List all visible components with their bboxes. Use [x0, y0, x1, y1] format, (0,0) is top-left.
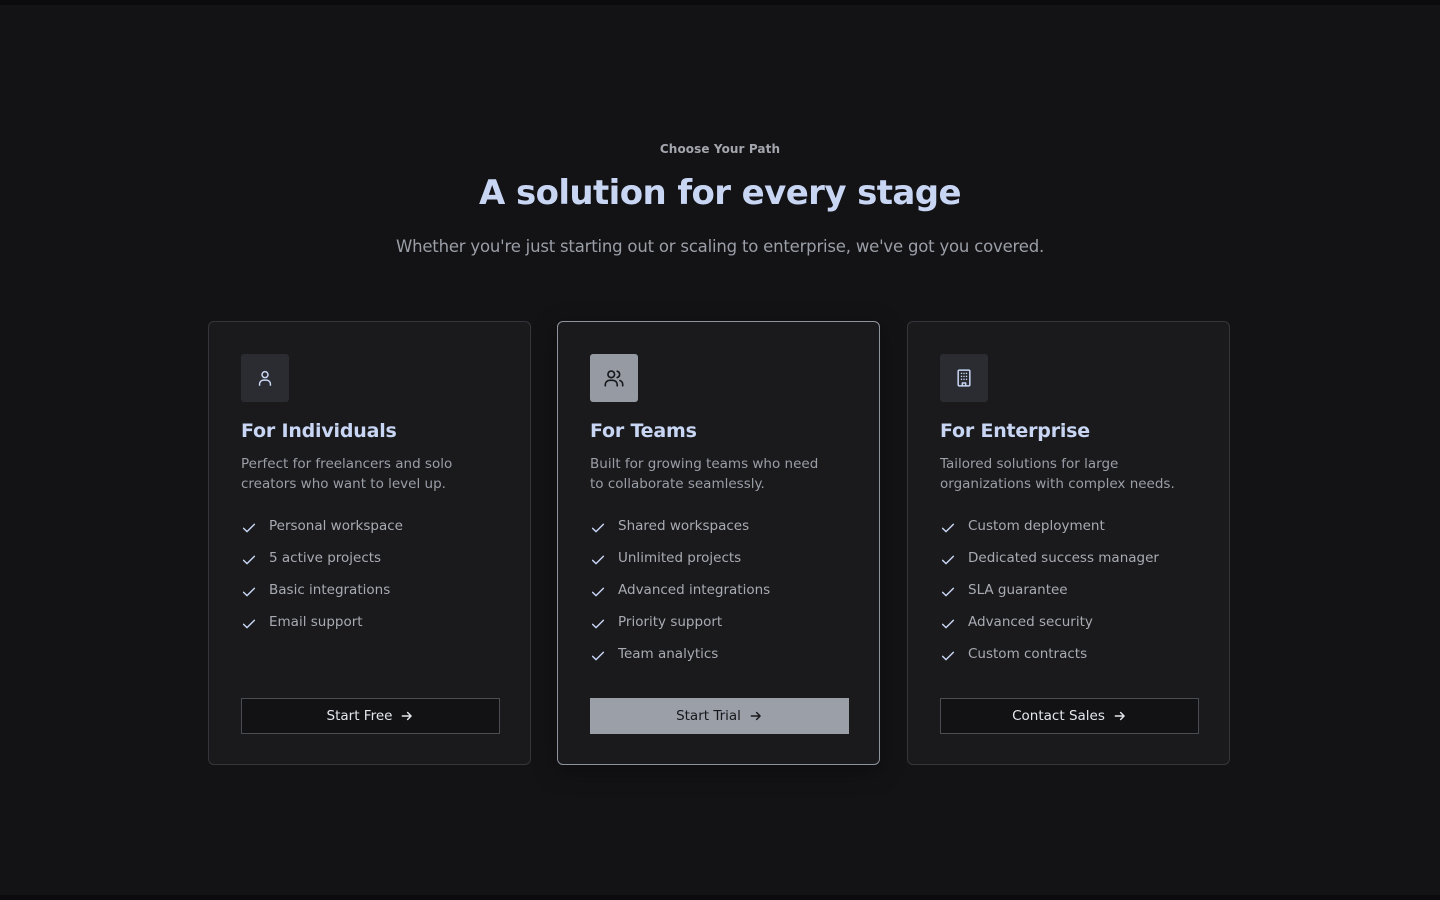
- section-eyebrow: Choose Your Path: [659, 142, 781, 156]
- feature-label: Shared workspaces: [618, 518, 750, 534]
- check-icon: [591, 619, 605, 629]
- arrow-right-icon: [402, 711, 413, 721]
- plan-card-teams: For Teams Built for growing teams who ne…: [557, 321, 880, 765]
- feature-label: Dedicated success manager: [968, 550, 1159, 566]
- button-label: Contact Sales: [1012, 708, 1105, 724]
- button-label: Start Free: [326, 708, 393, 724]
- feature-label: Unlimited projects: [618, 550, 742, 566]
- plan-card-enterprise: For Enterprise Tailored solutions for la…: [907, 321, 1230, 765]
- feature-item: Basic integrations: [241, 582, 403, 614]
- feature-item: Custom contracts: [940, 646, 1159, 678]
- check-icon: [242, 555, 256, 565]
- feature-item: 5 active projects: [241, 550, 403, 582]
- check-icon: [242, 587, 256, 597]
- plan-description: Tailored solutions for large organizatio…: [940, 456, 1175, 492]
- feature-item: Advanced integrations: [590, 582, 770, 614]
- contact-sales-button[interactable]: Contact Sales: [940, 698, 1199, 734]
- feature-label: Advanced integrations: [618, 582, 771, 598]
- feature-list: Personal workspace 5 active projects Bas…: [241, 518, 403, 646]
- section-headline: A solution for every stage: [479, 173, 962, 213]
- plan-card-individuals: For Individuals Perfect for freelancers …: [208, 321, 531, 765]
- feature-item: Email support: [241, 614, 403, 646]
- page-background: Choose Your Path A solution for every st…: [0, 5, 1440, 895]
- users-icon: [590, 354, 638, 402]
- check-icon: [941, 619, 955, 629]
- check-icon: [941, 587, 955, 597]
- plan-description: Perfect for freelancers and solo creator…: [241, 456, 453, 492]
- plan-title: For Enterprise: [940, 420, 1090, 442]
- feature-item: SLA guarantee: [940, 582, 1159, 614]
- feature-label: SLA guarantee: [968, 582, 1068, 598]
- feature-label: Team analytics: [618, 646, 719, 662]
- feature-list: Shared workspaces Unlimited projects Adv…: [590, 518, 770, 678]
- check-icon: [591, 587, 605, 597]
- check-icon: [941, 523, 955, 533]
- button-label: Start Trial: [676, 708, 741, 724]
- feature-item: Custom deployment: [940, 518, 1159, 550]
- user-icon: [241, 354, 289, 402]
- arrow-right-icon: [750, 711, 761, 721]
- arrow-right-icon: [1114, 711, 1125, 721]
- feature-label: 5 active projects: [269, 550, 382, 566]
- feature-label: Priority support: [618, 614, 723, 630]
- start-trial-button[interactable]: Start Trial: [590, 698, 849, 734]
- feature-item: Shared workspaces: [590, 518, 770, 550]
- feature-label: Advanced security: [968, 614, 1093, 630]
- check-icon: [591, 523, 605, 533]
- check-icon: [242, 523, 256, 533]
- check-icon: [591, 555, 605, 565]
- section-subhead: Whether you're just starting out or scal…: [395, 237, 1045, 256]
- feature-label: Email support: [269, 614, 363, 630]
- feature-item: Team analytics: [590, 646, 770, 678]
- feature-item: Advanced security: [940, 614, 1159, 646]
- check-icon: [591, 651, 605, 661]
- plan-title: For Teams: [590, 420, 697, 442]
- feature-label: Custom deployment: [968, 518, 1105, 534]
- feature-item: Dedicated success manager: [940, 550, 1159, 582]
- feature-list: Custom deployment Dedicated success mana…: [940, 518, 1159, 678]
- start-free-button[interactable]: Start Free: [241, 698, 500, 734]
- feature-item: Unlimited projects: [590, 550, 770, 582]
- feature-label: Basic integrations: [269, 582, 391, 598]
- feature-item: Priority support: [590, 614, 770, 646]
- plan-title: For Individuals: [241, 420, 397, 442]
- plan-description: Built for growing teams who need to coll…: [590, 456, 819, 492]
- check-icon: [941, 555, 955, 565]
- check-icon: [941, 651, 955, 661]
- feature-label: Personal workspace: [269, 518, 403, 534]
- check-icon: [242, 619, 256, 629]
- feature-item: Personal workspace: [241, 518, 403, 550]
- feature-label: Custom contracts: [968, 646, 1088, 662]
- building-icon: [940, 354, 988, 402]
